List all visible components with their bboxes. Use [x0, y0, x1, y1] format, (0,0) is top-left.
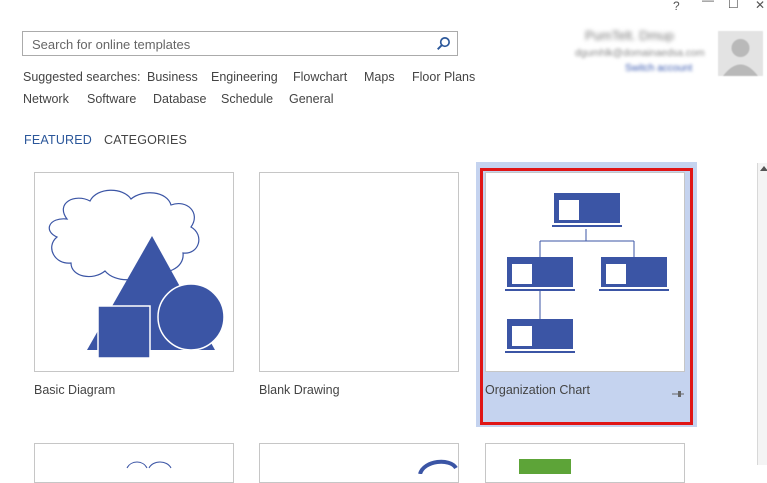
- minimize-button[interactable]: —: [702, 0, 714, 6]
- suggested-general-link[interactable]: General: [289, 92, 333, 106]
- template-basic-diagram[interactable]: [34, 172, 234, 372]
- user-silhouette-icon: [723, 39, 758, 76]
- template-blank-drawing[interactable]: [259, 172, 459, 372]
- suggested-engineering-link[interactable]: Engineering: [211, 70, 278, 84]
- avatar[interactable]: [718, 31, 763, 76]
- vertical-scrollbar[interactable]: [757, 163, 767, 465]
- suggested-maps-link[interactable]: Maps: [364, 70, 395, 84]
- template-basic-diagram-label[interactable]: Basic Diagram: [34, 383, 115, 397]
- suggested-network-link[interactable]: Network: [23, 92, 69, 106]
- template-row2-item1[interactable]: [34, 443, 234, 483]
- highlight-frame: [480, 168, 693, 425]
- suggested-searches-label: Suggested searches:: [23, 70, 141, 84]
- switch-account-link[interactable]: Switch account: [625, 63, 692, 74]
- green-block-icon: [519, 459, 571, 474]
- basic-shapes-icon: [48, 189, 225, 359]
- tab-featured[interactable]: FEATURED: [24, 133, 92, 147]
- suggested-database-link[interactable]: Database: [153, 92, 207, 106]
- suggested-schedule-link[interactable]: Schedule: [221, 92, 273, 106]
- user-email: dgumhlk@domainaedsa.com: [575, 48, 705, 59]
- template-row2-item3[interactable]: [485, 443, 685, 483]
- suggested-business-link[interactable]: Business: [147, 70, 198, 84]
- search-input[interactable]: [30, 33, 434, 56]
- scroll-up-arrow-icon[interactable]: [760, 166, 767, 171]
- user-name: PumTelt. Dmup: [585, 28, 674, 43]
- suggested-floor-plans-link[interactable]: Floor Plans: [412, 70, 475, 84]
- search-icon[interactable]: [436, 36, 451, 51]
- circle-shape-icon: [418, 459, 458, 475]
- tab-categories[interactable]: CATEGORIES: [104, 133, 187, 147]
- template-blank-drawing-label[interactable]: Blank Drawing: [259, 383, 340, 397]
- search-box[interactable]: [22, 31, 458, 56]
- suggested-software-link[interactable]: Software: [87, 92, 136, 106]
- cloud-shapes-icon: [126, 461, 172, 469]
- help-icon[interactable]: ?: [673, 0, 680, 12]
- template-row2-item2[interactable]: [259, 443, 459, 483]
- suggested-flowchart-link[interactable]: Flowchart: [293, 70, 347, 84]
- maximize-button[interactable]: ☐: [728, 0, 739, 10]
- close-button[interactable]: ✕: [755, 0, 765, 11]
